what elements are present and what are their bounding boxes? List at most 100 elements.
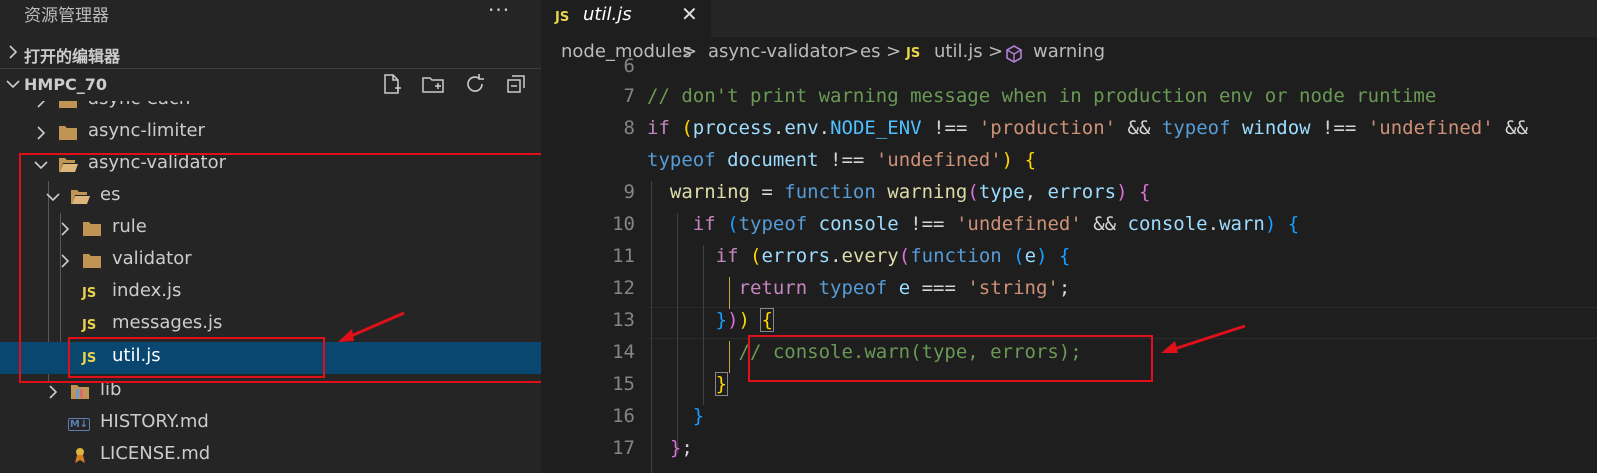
code-token: errors [1047, 181, 1117, 203]
line-number: 9 [623, 181, 635, 203]
code-token: !== [898, 213, 956, 235]
chevron-right-icon [37, 101, 46, 108]
folder-icon [59, 126, 77, 140]
tree-item-async-limiter[interactable]: async-limiter [0, 117, 541, 149]
js-file-icon: JS [555, 10, 570, 25]
close-icon[interactable]: ✕ [681, 2, 698, 26]
open-editors-section[interactable]: 打开的编辑器 [0, 37, 541, 69]
code-token: !== [818, 149, 876, 171]
code-line: typeof document !== 'undefined') { [647, 149, 1036, 171]
code-token: warning [669, 181, 750, 203]
code-line: // don't print warning message when in p… [647, 85, 1436, 107]
markdown-file-icon: M↓ [68, 418, 90, 431]
code-line: } [647, 372, 729, 396]
tree-item-license-md[interactable]: LICENSE.md [0, 440, 541, 472]
code-token: { [760, 308, 774, 332]
breadcrumb-item[interactable]: async-validator [708, 41, 846, 62]
code-token: typeof [738, 213, 808, 235]
refresh-icon[interactable] [463, 72, 489, 98]
code-line: })) { [647, 308, 774, 332]
explorer-header: 资源管理器 ··· [0, 0, 541, 30]
code-line: warning = function warning(type, errors)… [647, 181, 1151, 203]
tree-item-history-md[interactable]: M↓ HISTORY.md [0, 408, 541, 440]
line-number: 13 [612, 309, 635, 331]
line-number: 12 [612, 277, 635, 299]
code-area[interactable]: 6 7 8 9 10 11 12 13 14 15 16 17 // don't… [541, 55, 1597, 473]
code-token: // don't print warning message when in p… [647, 85, 1437, 107]
code-token: if [715, 245, 739, 267]
code-token: document [727, 149, 819, 171]
tab-label: util.js [583, 4, 632, 25]
code-token: } [692, 405, 705, 427]
code-line: }; [647, 437, 693, 459]
breadcrumb-item[interactable]: warning [1033, 41, 1105, 62]
red-arrow-annotation [1161, 324, 1246, 353]
code-token: } [715, 309, 728, 331]
code-token: ; [1058, 277, 1071, 299]
code-token: warning [887, 181, 968, 203]
tab-bar: JS util.js ✕ [541, 0, 1597, 37]
breadcrumb-item[interactable]: es [860, 41, 880, 62]
code-token: window [1241, 117, 1311, 139]
code-token: 'undefined' [955, 213, 1082, 235]
breadcrumb-separator: > [886, 41, 902, 62]
line-number: 7 [623, 85, 635, 107]
line-number: 6 [623, 55, 635, 77]
code-token: e [898, 277, 911, 299]
code-token: . [1207, 213, 1220, 235]
code-token: typeof [818, 277, 888, 299]
code-token: env [784, 117, 819, 139]
breadcrumb-item[interactable]: util.js [934, 41, 983, 62]
highlight-box-util-js [68, 337, 325, 378]
breadcrumb-separator: > [682, 41, 698, 62]
code-line: if (errors.every(function (e) { [647, 245, 1071, 267]
code-token: ( [681, 117, 693, 139]
code-token: { [1287, 213, 1300, 235]
code-token: warn [1219, 213, 1265, 235]
collapse-all-icon[interactable] [504, 72, 530, 98]
code-token: typeof [1161, 117, 1231, 139]
code-token: { [1139, 181, 1151, 203]
code-token: ( [898, 245, 911, 267]
code-token: . [818, 117, 831, 139]
open-editors-label: 打开的编辑器 [24, 47, 121, 66]
code-token: ( [727, 213, 739, 235]
new-folder-icon[interactable] [421, 72, 447, 98]
breadcrumb-separator: > [844, 41, 860, 62]
code-token: console [818, 213, 899, 235]
js-file-icon: JS [906, 46, 921, 61]
code-token: !== [1310, 117, 1368, 139]
more-actions-button[interactable]: ··· [488, 0, 510, 22]
code-token: ) [1036, 245, 1048, 267]
tree-item-async-each[interactable]: async-each [0, 101, 541, 117]
code-token: type [978, 181, 1025, 203]
tree-item-label: async-limiter [88, 120, 205, 141]
code-token: ; [681, 437, 693, 459]
line-number: 10 [612, 213, 635, 235]
folder-icon [59, 101, 77, 108]
code-token: function [784, 181, 876, 203]
breadcrumb: node_modules > async-validator > es > JS… [541, 37, 1597, 69]
code-token: function [910, 245, 1002, 267]
tab-util-js[interactable]: JS util.js ✕ [541, 0, 711, 37]
line-number: 14 [612, 341, 635, 363]
code-token: if [692, 213, 716, 235]
code-token: ) [738, 309, 750, 331]
chevron-right-icon [9, 45, 18, 59]
code-token: e [1024, 245, 1037, 267]
code-editor: JS util.js ✕ node_modules > async-valida… [541, 0, 1597, 473]
code-token: . [772, 117, 785, 139]
code-token: ) [1264, 213, 1277, 235]
project-section[interactable]: HMPC_70 [0, 69, 541, 101]
code-token: } [669, 437, 682, 459]
code-token: === [910, 277, 968, 299]
code-token: , [1024, 181, 1048, 203]
new-file-icon[interactable] [380, 72, 406, 98]
